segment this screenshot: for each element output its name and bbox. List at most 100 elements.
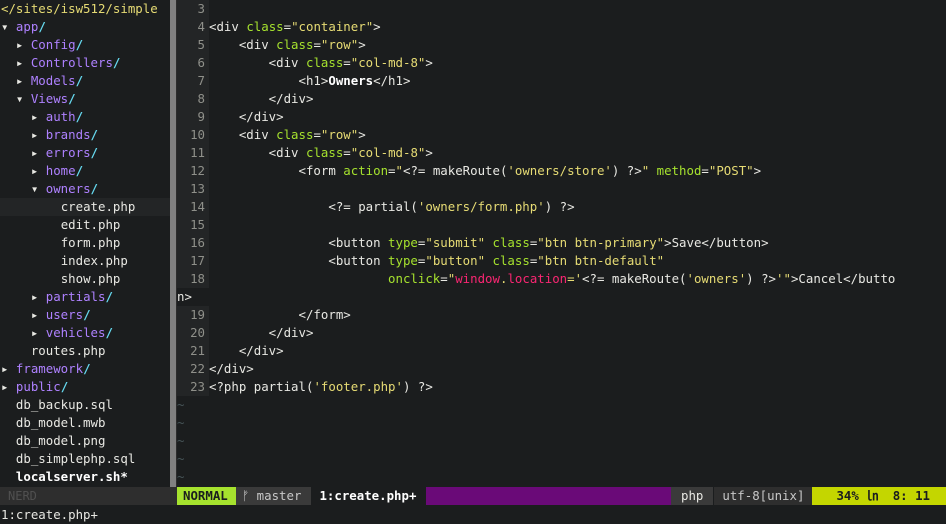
tree-item-label: form.php — [60, 235, 121, 250]
tree-file[interactable]: localserver.sh* — [0, 468, 170, 486]
chevron-right-icon[interactable]: ▸ — [1, 361, 16, 376]
code-line[interactable]: 6 <div class="col-md-8"> — [177, 54, 946, 72]
statusline-fill — [426, 487, 671, 505]
tree-folder-app[interactable]: ▾ app/ — [0, 18, 170, 36]
nerdtree-root-path[interactable]: </sites/isw512/simple — [0, 0, 170, 18]
tree-folder-owners[interactable]: ▾ owners/ — [0, 180, 170, 198]
tree-file[interactable]: edit.php — [0, 216, 170, 234]
line-code: <div class="row"> — [209, 36, 366, 54]
code-token: "btn btn-default" — [537, 253, 665, 268]
code-line[interactable]: 18 onclick="window.location='<?= makeRou… — [177, 270, 946, 288]
code-line[interactable]: 16 <button type="submit" class="btn btn-… — [177, 234, 946, 252]
tilde-marker: ~ — [177, 469, 185, 484]
code-line[interactable]: 22 </div> — [177, 360, 946, 378]
chevron-down-icon[interactable]: ▾ — [1, 19, 16, 34]
tree-folder-errors[interactable]: ▸ errors/ — [0, 144, 170, 162]
tree-file[interactable]: form.php — [0, 234, 170, 252]
tree-folder-framework[interactable]: ▸ framework/ — [0, 360, 170, 378]
code-line[interactable]: 20 </div> — [177, 324, 946, 342]
code-token: 'owners' — [686, 271, 747, 286]
chevron-right-icon[interactable]: ▸ — [31, 109, 46, 124]
code-line[interactable]: 12 <form action="<?= makeRoute('owners/s… — [177, 162, 946, 180]
code-token: ) ?> — [611, 163, 642, 178]
code-token: 'owners/form.php' — [417, 199, 545, 214]
chevron-right-icon[interactable]: ▸ — [31, 307, 46, 322]
code-line[interactable]: 13 — [177, 180, 946, 198]
line-number: 9 — [177, 108, 209, 126]
folder-slash-icon: / — [60, 379, 69, 394]
nerdtree-panel[interactable]: </sites/isw512/simple ▾ app/ ▸ Config/ ▸… — [0, 0, 170, 487]
tree-folder-models[interactable]: ▸ Models/ — [0, 72, 170, 90]
code-token: </h1> — [373, 73, 411, 88]
chevron-right-icon[interactable]: ▸ — [1, 379, 16, 394]
tree-item-label: framework — [15, 361, 84, 376]
chevron-right-icon[interactable]: ▸ — [31, 145, 46, 160]
tree-item-label: public — [15, 379, 61, 394]
code-line[interactable]: 5 <div class="row"> — [177, 36, 946, 54]
code-token: </div> — [209, 109, 284, 124]
tree-file[interactable]: db_backup.sql — [0, 396, 170, 414]
code-token: =' — [567, 271, 583, 286]
code-line[interactable]: 21 </div> — [177, 342, 946, 360]
code-line[interactable]: 8 </div> — [177, 90, 946, 108]
nerdtree-statusline: NERD — [0, 487, 177, 505]
code-editor[interactable]: 3 4 <div class="container"> 5 <div class="r… — [177, 0, 946, 487]
code-line[interactable]: 9 </div> — [177, 108, 946, 126]
code-line[interactable]: 15 — [177, 216, 946, 234]
chevron-right-icon[interactable]: ▸ — [31, 325, 46, 340]
line-code: <div class="row"> — [209, 126, 366, 144]
tree-folder-views[interactable]: ▾ Views/ — [0, 90, 170, 108]
tree-folder-brands[interactable]: ▸ brands/ — [0, 126, 170, 144]
chevron-right-icon[interactable]: ▸ — [16, 37, 31, 52]
code-line[interactable]: 14 <?= partial('owners/form.php') ?> — [177, 198, 946, 216]
chevron-down-icon[interactable]: ▾ — [31, 181, 46, 196]
chevron-right-icon[interactable]: ▸ — [16, 55, 31, 70]
tree-file[interactable]: db_model.mwb — [0, 414, 170, 432]
line-number-icon: ㏑ — [866, 488, 879, 503]
tree-file[interactable]: index.php — [0, 252, 170, 270]
code-line[interactable]: 17 <button type="button" class="btn btn-… — [177, 252, 946, 270]
tree-folder-partials[interactable]: ▸ partials/ — [0, 288, 170, 306]
code-token: > — [425, 145, 433, 160]
line-number: 8 — [177, 90, 209, 108]
code-line[interactable]: 3 — [177, 0, 946, 18]
code-line[interactable]: 4 <div class="container"> — [177, 18, 946, 36]
tree-folder-users[interactable]: ▸ users/ — [0, 306, 170, 324]
tree-folder-controllers[interactable]: ▸ Controllers/ — [0, 54, 170, 72]
tree-item-label: Models — [30, 73, 76, 88]
chevron-right-icon[interactable]: ▸ — [31, 289, 46, 304]
chevron-right-icon[interactable]: ▸ — [31, 163, 46, 178]
tree-folder-public[interactable]: ▸ public/ — [0, 378, 170, 396]
chevron-down-icon[interactable]: ▾ — [16, 91, 31, 106]
tree-folder-vehicles[interactable]: ▸ vehicles/ — [0, 324, 170, 342]
line-code: </div> — [209, 108, 284, 126]
code-line[interactable]: n> — [177, 288, 946, 306]
tree-folder-config[interactable]: ▸ Config/ — [0, 36, 170, 54]
tree-item-label: partials — [45, 289, 106, 304]
code-token: <div — [209, 19, 247, 34]
code-line[interactable]: 23 <?php partial('footer.php') ?> — [177, 378, 946, 396]
command-line[interactable]: 1:create.php+ — [0, 505, 946, 524]
code-token: = — [388, 163, 396, 178]
code-line[interactable]: 11 <div class="col-md-8"> — [177, 144, 946, 162]
code-line[interactable]: 10 <div class="row"> — [177, 126, 946, 144]
tree-folder-home[interactable]: ▸ home/ — [0, 162, 170, 180]
tree-file[interactable]: create.php — [0, 198, 170, 216]
folder-slash-icon: / — [105, 289, 113, 304]
tree-item-label: db_simplephp.sql — [15, 451, 136, 466]
code-line[interactable]: 7 <h1>Owners</h1> — [177, 72, 946, 90]
code-token: <h1> — [209, 73, 329, 88]
tree-file[interactable]: db_simplephp.sql — [0, 450, 170, 468]
tree-folder-auth[interactable]: ▸ auth/ — [0, 108, 170, 126]
chevron-right-icon[interactable]: ▸ — [16, 73, 31, 88]
code-token: > — [358, 37, 366, 52]
tree-file[interactable]: routes.php — [0, 342, 170, 360]
code-token: action — [343, 163, 389, 178]
tree-file[interactable]: db_model.png — [0, 432, 170, 450]
tree-file[interactable]: show.php — [0, 270, 170, 288]
folder-slash-icon: / — [105, 325, 113, 340]
chevron-right-icon[interactable]: ▸ — [31, 127, 46, 142]
code-line[interactable]: 19 </form> — [177, 306, 946, 324]
